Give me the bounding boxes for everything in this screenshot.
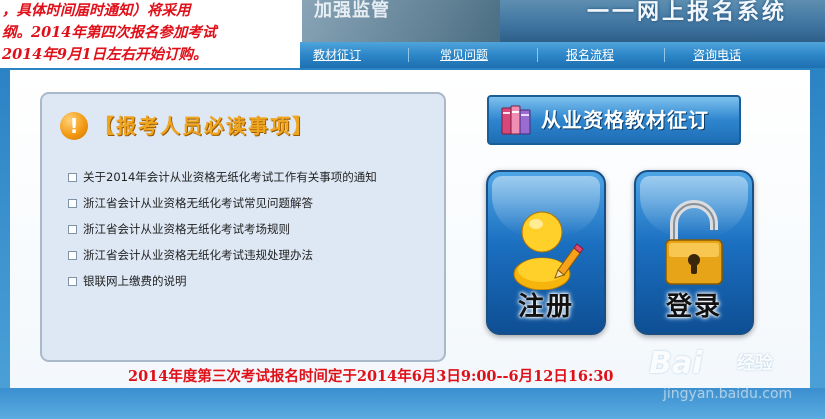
header-banner: 加强监管 一一网上报名系统 [300, 0, 825, 42]
notice-link[interactable]: 关于2014年会计从业资格无纸化考试工作有关事项的通知 [83, 164, 377, 190]
square-bullet-icon [68, 250, 77, 260]
notice-line-2: 纲。2014年第四次报名参加考试 [2, 24, 217, 41]
notice-link[interactable]: 浙江省会计从业资格无纸化考试违规处理办法 [83, 242, 313, 268]
textbook-order-label: 从业资格教材征订 [541, 108, 709, 132]
user-pencil-icon [513, 211, 584, 290]
square-bullet-icon [68, 224, 77, 234]
books-icon [501, 105, 531, 135]
red-notice: ，具体时间届时通知）将采用 纲。2014年第四次报名参加考试 2014年9月1日… [0, 0, 302, 70]
square-bullet-icon [68, 276, 77, 286]
textbook-order-button[interactable]: 从业资格教材征订 [487, 95, 741, 145]
nav-item-registration-process[interactable]: 报名流程 [566, 42, 614, 68]
nav-separator [408, 48, 409, 62]
notice-line-3: 2014年9月1日左右开始订购。 [2, 46, 208, 63]
nav-item-faq[interactable]: 常见问题 [440, 42, 488, 68]
register-label: 注册 [517, 292, 574, 322]
exam-registration-time: 2014年度第三次考试报名时间定于2014年6月3日9:00--6月12日16:… [128, 368, 614, 385]
notice-link[interactable]: 浙江省会计从业资格无纸化考试考场规则 [83, 216, 290, 242]
top-nav-bar: 教材征订 常见问题 报名流程 咨询电话 [300, 42, 825, 69]
must-read-panel: ! 【报考人员必读事项】 关于2014年会计从业资格无纸化考试工作有关事项的通知… [40, 92, 446, 362]
list-item: 银联网上缴费的说明 [68, 268, 377, 294]
nav-separator [664, 48, 665, 62]
watermark-url: jingyan.baidu.com [663, 386, 793, 402]
watermark-brand: Bai [649, 346, 703, 381]
watermark-brand-suffix: 经验 [737, 353, 773, 374]
notice-link[interactable]: 浙江省会计从业资格无纸化考试常见问题解答 [83, 190, 313, 216]
banner-slogan: 加强监管 [314, 0, 390, 21]
list-item: 浙江省会计从业资格无纸化考试违规处理办法 [68, 242, 377, 268]
panel-title: 【报考人员必读事项】 [94, 114, 314, 138]
list-item: 关于2014年会计从业资格无纸化考试工作有关事项的通知 [68, 164, 377, 190]
register-button[interactable]: 注册 [486, 170, 606, 335]
login-label: 登录 [665, 292, 722, 322]
nav-item-textbook-order[interactable]: 教材征订 [313, 42, 361, 68]
notice-list: 关于2014年会计从业资格无纸化考试工作有关事项的通知 浙江省会计从业资格无纸化… [68, 164, 377, 294]
list-item: 浙江省会计从业资格无纸化考试考场规则 [68, 216, 377, 242]
padlock-icon [665, 200, 723, 285]
nav-separator [537, 48, 538, 62]
square-bullet-icon [68, 198, 77, 208]
baidu-jingyan-watermark: Bai 经验 jingyan.baidu.com [645, 346, 815, 412]
login-button[interactable]: 登录 [634, 170, 754, 335]
banner-system-title: 一一网上报名系统 [586, 0, 787, 25]
square-bullet-icon [68, 172, 77, 182]
notice-line-1: ，具体时间届时通知）将采用 [2, 2, 191, 19]
page-root: 加强监管 一一网上报名系统 ，具体时间届时通知）将采用 纲。2014年第四次报名… [0, 0, 825, 419]
nav-item-contact-phone[interactable]: 咨询电话 [693, 42, 741, 68]
exclamation-icon: ! [60, 112, 88, 140]
list-item: 浙江省会计从业资格无纸化考试常见问题解答 [68, 190, 377, 216]
notice-link[interactable]: 银联网上缴费的说明 [83, 268, 187, 294]
